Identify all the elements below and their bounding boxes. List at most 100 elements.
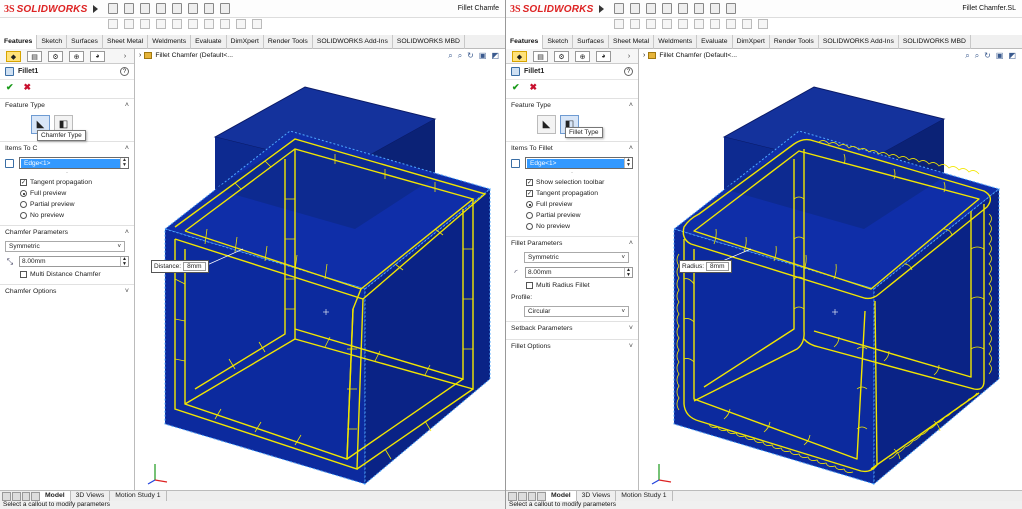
- tool-icon[interactable]: [108, 19, 118, 29]
- configuration-icon[interactable]: ⚙: [48, 51, 63, 62]
- tab-surfaces[interactable]: Surfaces: [67, 35, 103, 49]
- distance-callout[interactable]: Distance: 8mm: [151, 260, 209, 273]
- tab-weldments[interactable]: Weldments: [148, 35, 192, 49]
- check-icon[interactable]: ✔: [6, 82, 14, 93]
- partial-preview-radio[interactable]: Partial preview: [506, 210, 638, 221]
- tool-icon[interactable]: [694, 19, 704, 29]
- chevron-up-icon[interactable]: ˄: [629, 240, 633, 247]
- tool-icon[interactable]: [614, 19, 624, 29]
- edge-selection-box[interactable]: Edge<1> ▲ ▼: [525, 157, 633, 169]
- chamfer-options-header[interactable]: Chamfer Options ˅: [0, 284, 134, 298]
- tab-scroll-arrows[interactable]: [2, 491, 40, 501]
- menu-arrow-icon[interactable]: [93, 5, 99, 13]
- feature-type-header[interactable]: Feature Type ˄: [506, 98, 638, 112]
- tab-3d-views[interactable]: 3D Views: [577, 490, 617, 502]
- select-icon[interactable]: [188, 3, 198, 14]
- property-manager-icon[interactable]: ▤: [27, 51, 42, 62]
- tool-icon[interactable]: [742, 19, 752, 29]
- zoom-icon[interactable]: ⌕: [448, 51, 452, 61]
- rotate-icon[interactable]: ↻: [984, 51, 991, 61]
- tool-icon[interactable]: [236, 19, 246, 29]
- tab-dimxpert[interactable]: DimXpert: [733, 35, 770, 49]
- tool-icon[interactable]: [646, 19, 656, 29]
- tool-icon[interactable]: [156, 19, 166, 29]
- tool-icon[interactable]: [252, 19, 262, 29]
- tab-addins[interactable]: SOLIDWORKS Add-Ins: [313, 35, 393, 49]
- fillet-parameters-header[interactable]: Fillet Parameters ˄: [506, 236, 638, 250]
- chevron-up-icon[interactable]: ˄: [125, 102, 129, 109]
- tool-icon[interactable]: [710, 19, 720, 29]
- spinner-icon[interactable]: ▲ ▼: [120, 158, 128, 168]
- tab-scroll-arrows[interactable]: [508, 491, 546, 501]
- undo-icon[interactable]: [678, 3, 688, 14]
- zoom-area-icon[interactable]: ⌕: [975, 51, 979, 61]
- property-manager-icon[interactable]: ▤: [533, 51, 548, 62]
- tool-icon[interactable]: [678, 19, 688, 29]
- tab-mbd[interactable]: SOLIDWORKS MBD: [393, 35, 465, 49]
- view-icon[interactable]: ▣: [479, 51, 487, 61]
- tool-icon[interactable]: [204, 19, 214, 29]
- chamfer-type-select[interactable]: Symmetric ˅: [5, 241, 125, 252]
- configuration-icon[interactable]: ⚙: [554, 51, 569, 62]
- feature-tree-icon[interactable]: ◆: [512, 51, 527, 62]
- close-icon[interactable]: ✖: [24, 82, 32, 93]
- new-icon[interactable]: [108, 3, 118, 14]
- open-icon[interactable]: [630, 3, 640, 14]
- zoom-area-icon[interactable]: ⌕: [458, 51, 462, 61]
- tangent-propagation-checkbox[interactable]: ✓ Tangent propagation: [506, 188, 638, 199]
- tab-mbd[interactable]: SOLIDWORKS MBD: [899, 35, 971, 49]
- chevron-right-icon[interactable]: ›: [122, 51, 128, 62]
- fillet-options-header[interactable]: Fillet Options ˅: [506, 339, 638, 353]
- tool-icon[interactable]: [172, 19, 182, 29]
- profile-select[interactable]: Circular ˅: [524, 306, 629, 317]
- full-preview-radio[interactable]: Full preview: [506, 199, 638, 210]
- tab-sheet-metal[interactable]: Sheet Metal: [609, 35, 655, 49]
- tab-3d-views[interactable]: 3D Views: [71, 490, 111, 502]
- chevron-up-icon[interactable]: ˄: [125, 229, 129, 236]
- chevron-up-icon[interactable]: ˄: [125, 145, 129, 152]
- tab-model[interactable]: Model: [40, 490, 71, 502]
- tab-motion-study[interactable]: Motion Study 1: [616, 490, 673, 502]
- spinner-icon[interactable]: ▲ ▼: [120, 257, 128, 267]
- tab-features[interactable]: Features: [506, 35, 544, 49]
- chevron-up-icon[interactable]: ˄: [629, 102, 633, 109]
- tab-model[interactable]: Model: [546, 490, 577, 502]
- appearance-icon[interactable]: ◕: [90, 51, 105, 62]
- show-selection-toolbar-checkbox[interactable]: ✓ Show selection toolbar: [506, 177, 638, 188]
- tab-evaluate[interactable]: Evaluate: [697, 35, 733, 49]
- chamfer-parameters-header[interactable]: Chamfer Parameters ˄: [0, 225, 134, 239]
- view-icon[interactable]: ▣: [996, 51, 1004, 61]
- tool-icon[interactable]: [188, 19, 198, 29]
- chevron-down-icon[interactable]: ˅: [125, 288, 129, 295]
- close-icon[interactable]: ✖: [530, 82, 538, 93]
- zoom-icon[interactable]: ⌕: [965, 51, 969, 61]
- full-preview-radio[interactable]: Full preview: [0, 188, 134, 199]
- help-icon[interactable]: ?: [120, 67, 129, 76]
- spinner-icon[interactable]: ▲ ▼: [624, 158, 632, 168]
- tab-weldments[interactable]: Weldments: [654, 35, 698, 49]
- edge-selection-box[interactable]: Edge<1> ▲ ▼: [19, 157, 129, 169]
- solidworks-logo[interactable]: 3S SOLIDWORKS: [4, 3, 99, 15]
- new-icon[interactable]: [614, 3, 624, 14]
- check-icon[interactable]: ✔: [512, 82, 520, 93]
- graphics-area[interactable]: ›Fillet Chamfer (Default<... ⌕ ⌕ ↻ ▣ ◩: [135, 49, 505, 490]
- tab-evaluate[interactable]: Evaluate: [191, 35, 227, 49]
- tool-icon[interactable]: [662, 19, 672, 29]
- tab-sheet-metal[interactable]: Sheet Metal: [103, 35, 149, 49]
- tab-motion-study[interactable]: Motion Study 1: [110, 490, 167, 502]
- fillet-method-select[interactable]: Symmetric ˅: [524, 252, 629, 263]
- chamfer-type-button[interactable]: ◣: [537, 115, 556, 134]
- multi-distance-checkbox[interactable]: Multi Distance Chamfer: [0, 269, 134, 280]
- feature-tree-flyout[interactable]: › Fillet Chamfer (Default<...: [643, 52, 737, 59]
- partial-preview-radio[interactable]: Partial preview: [0, 199, 134, 210]
- tab-sketch[interactable]: Sketch: [37, 35, 68, 49]
- multi-radius-checkbox[interactable]: Multi Radius Fillet: [506, 280, 638, 291]
- chevron-right-icon[interactable]: ›: [626, 51, 632, 62]
- solidworks-logo[interactable]: 3S SOLIDWORKS: [510, 3, 605, 15]
- graphics-area[interactable]: ›Fillet Chamfer (Default<... ⌕ ⌕ ↻ ▣ ◩: [639, 49, 1022, 490]
- chevron-down-icon[interactable]: ˅: [629, 343, 633, 350]
- tab-addins[interactable]: SOLIDWORKS Add-Ins: [819, 35, 899, 49]
- print-icon[interactable]: [156, 3, 166, 14]
- rebuild-icon[interactable]: [204, 3, 214, 14]
- tab-sketch[interactable]: Sketch: [543, 35, 574, 49]
